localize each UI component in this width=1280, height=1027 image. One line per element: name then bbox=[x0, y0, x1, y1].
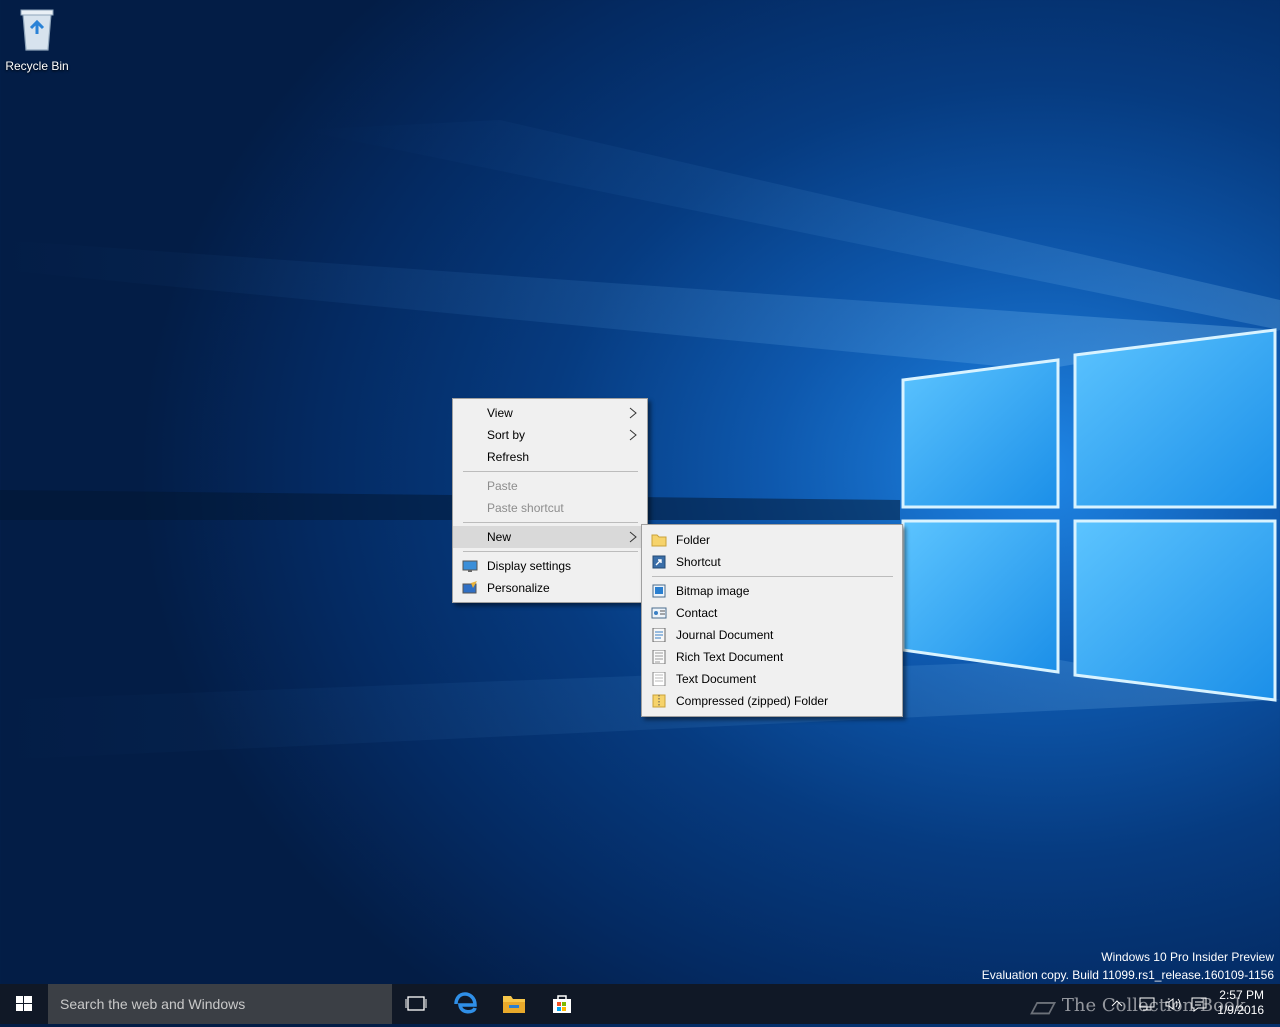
menu-item-label: View bbox=[487, 406, 513, 420]
recycle-bin-icon bbox=[20, 9, 54, 51]
submenu-item-label: Journal Document bbox=[676, 628, 774, 642]
submenu-item-label: Rich Text Document bbox=[676, 650, 784, 664]
desktop-icon-recycle-bin[interactable]: Recycle Bin bbox=[4, 6, 70, 73]
menu-item-paste-shortcut: Paste shortcut bbox=[453, 497, 647, 519]
zip-folder-icon bbox=[652, 694, 666, 708]
menu-separator bbox=[652, 576, 893, 577]
new-submenu: Folder Shortcut Bitmap image Contact Jou… bbox=[641, 524, 903, 717]
menu-item-label: Paste bbox=[487, 479, 518, 493]
chevron-right-icon bbox=[629, 531, 637, 543]
submenu-item-contact[interactable]: Contact bbox=[642, 602, 902, 624]
journal-document-icon bbox=[652, 628, 666, 642]
file-explorer-icon bbox=[503, 996, 525, 1013]
menu-item-label: New bbox=[487, 530, 512, 544]
menu-item-view[interactable]: View bbox=[453, 402, 647, 424]
windows-logo-icon bbox=[16, 996, 32, 1011]
submenu-item-shortcut[interactable]: Shortcut bbox=[642, 551, 902, 573]
watermark-edition: Windows 10 Pro Insider Preview bbox=[1101, 950, 1274, 964]
personalize-icon bbox=[462, 581, 477, 594]
edge-icon bbox=[454, 992, 477, 1014]
submenu-item-label: Bitmap image bbox=[676, 584, 750, 598]
folder-icon bbox=[651, 534, 667, 547]
submenu-item-label: Text Document bbox=[676, 672, 757, 686]
menu-separator bbox=[463, 551, 638, 552]
book-icon: ▱ bbox=[1030, 986, 1057, 1026]
menu-item-display-settings[interactable]: Display settings bbox=[453, 555, 647, 577]
menu-item-sort-by[interactable]: Sort by bbox=[453, 424, 647, 446]
branding-watermark: ▱ The Collection Book bbox=[1030, 986, 1246, 1026]
submenu-item-label: Folder bbox=[676, 533, 711, 547]
text-document-icon bbox=[652, 672, 666, 686]
menu-item-paste: Paste bbox=[453, 475, 647, 497]
chevron-right-icon bbox=[629, 429, 637, 441]
desktop-context-menu: View Sort by Refresh Paste Paste shortcu… bbox=[452, 398, 648, 603]
rich-text-document-icon bbox=[652, 650, 666, 664]
submenu-item-label: Contact bbox=[676, 606, 718, 620]
menu-item-new[interactable]: New bbox=[453, 526, 647, 548]
edge-button[interactable] bbox=[442, 984, 490, 1024]
desktop-icon-label: Recycle Bin bbox=[5, 59, 69, 73]
submenu-item-compressed-folder[interactable]: Compressed (zipped) Folder bbox=[642, 690, 902, 712]
watermark-build: Evaluation copy. Build 11099.rs1_release… bbox=[981, 968, 1274, 982]
submenu-item-rich-text-document[interactable]: Rich Text Document bbox=[642, 646, 902, 668]
menu-item-refresh[interactable]: Refresh bbox=[453, 446, 647, 468]
display-settings-icon bbox=[462, 560, 478, 572]
submenu-item-bitmap-image[interactable]: Bitmap image bbox=[642, 580, 902, 602]
store-icon bbox=[553, 995, 571, 1013]
start-button[interactable] bbox=[0, 984, 48, 1024]
bitmap-image-icon bbox=[652, 584, 666, 598]
submenu-item-text-document[interactable]: Text Document bbox=[642, 668, 902, 690]
task-view-button[interactable] bbox=[392, 984, 440, 1024]
contact-icon bbox=[651, 607, 667, 619]
branding-text: The Collection Book bbox=[1061, 995, 1246, 1016]
task-view-icon bbox=[405, 996, 427, 1011]
menu-item-label: Paste shortcut bbox=[487, 501, 564, 515]
menu-item-label: Refresh bbox=[487, 450, 530, 464]
file-explorer-button[interactable] bbox=[490, 984, 538, 1024]
menu-item-label: Display settings bbox=[487, 559, 572, 573]
store-button[interactable] bbox=[538, 984, 586, 1024]
submenu-item-label: Compressed (zipped) Folder bbox=[676, 694, 829, 708]
chevron-right-icon bbox=[629, 407, 637, 419]
submenu-item-label: Shortcut bbox=[676, 555, 721, 569]
menu-separator bbox=[463, 522, 638, 523]
menu-item-personalize[interactable]: Personalize bbox=[453, 577, 647, 599]
search-input[interactable]: Search the web and Windows bbox=[48, 984, 392, 1024]
menu-item-label: Sort by bbox=[487, 428, 526, 442]
menu-item-label: Personalize bbox=[487, 581, 550, 595]
submenu-item-folder[interactable]: Folder bbox=[642, 529, 902, 551]
shortcut-icon bbox=[652, 555, 666, 569]
submenu-item-journal-document[interactable]: Journal Document bbox=[642, 624, 902, 646]
menu-separator bbox=[463, 471, 638, 472]
